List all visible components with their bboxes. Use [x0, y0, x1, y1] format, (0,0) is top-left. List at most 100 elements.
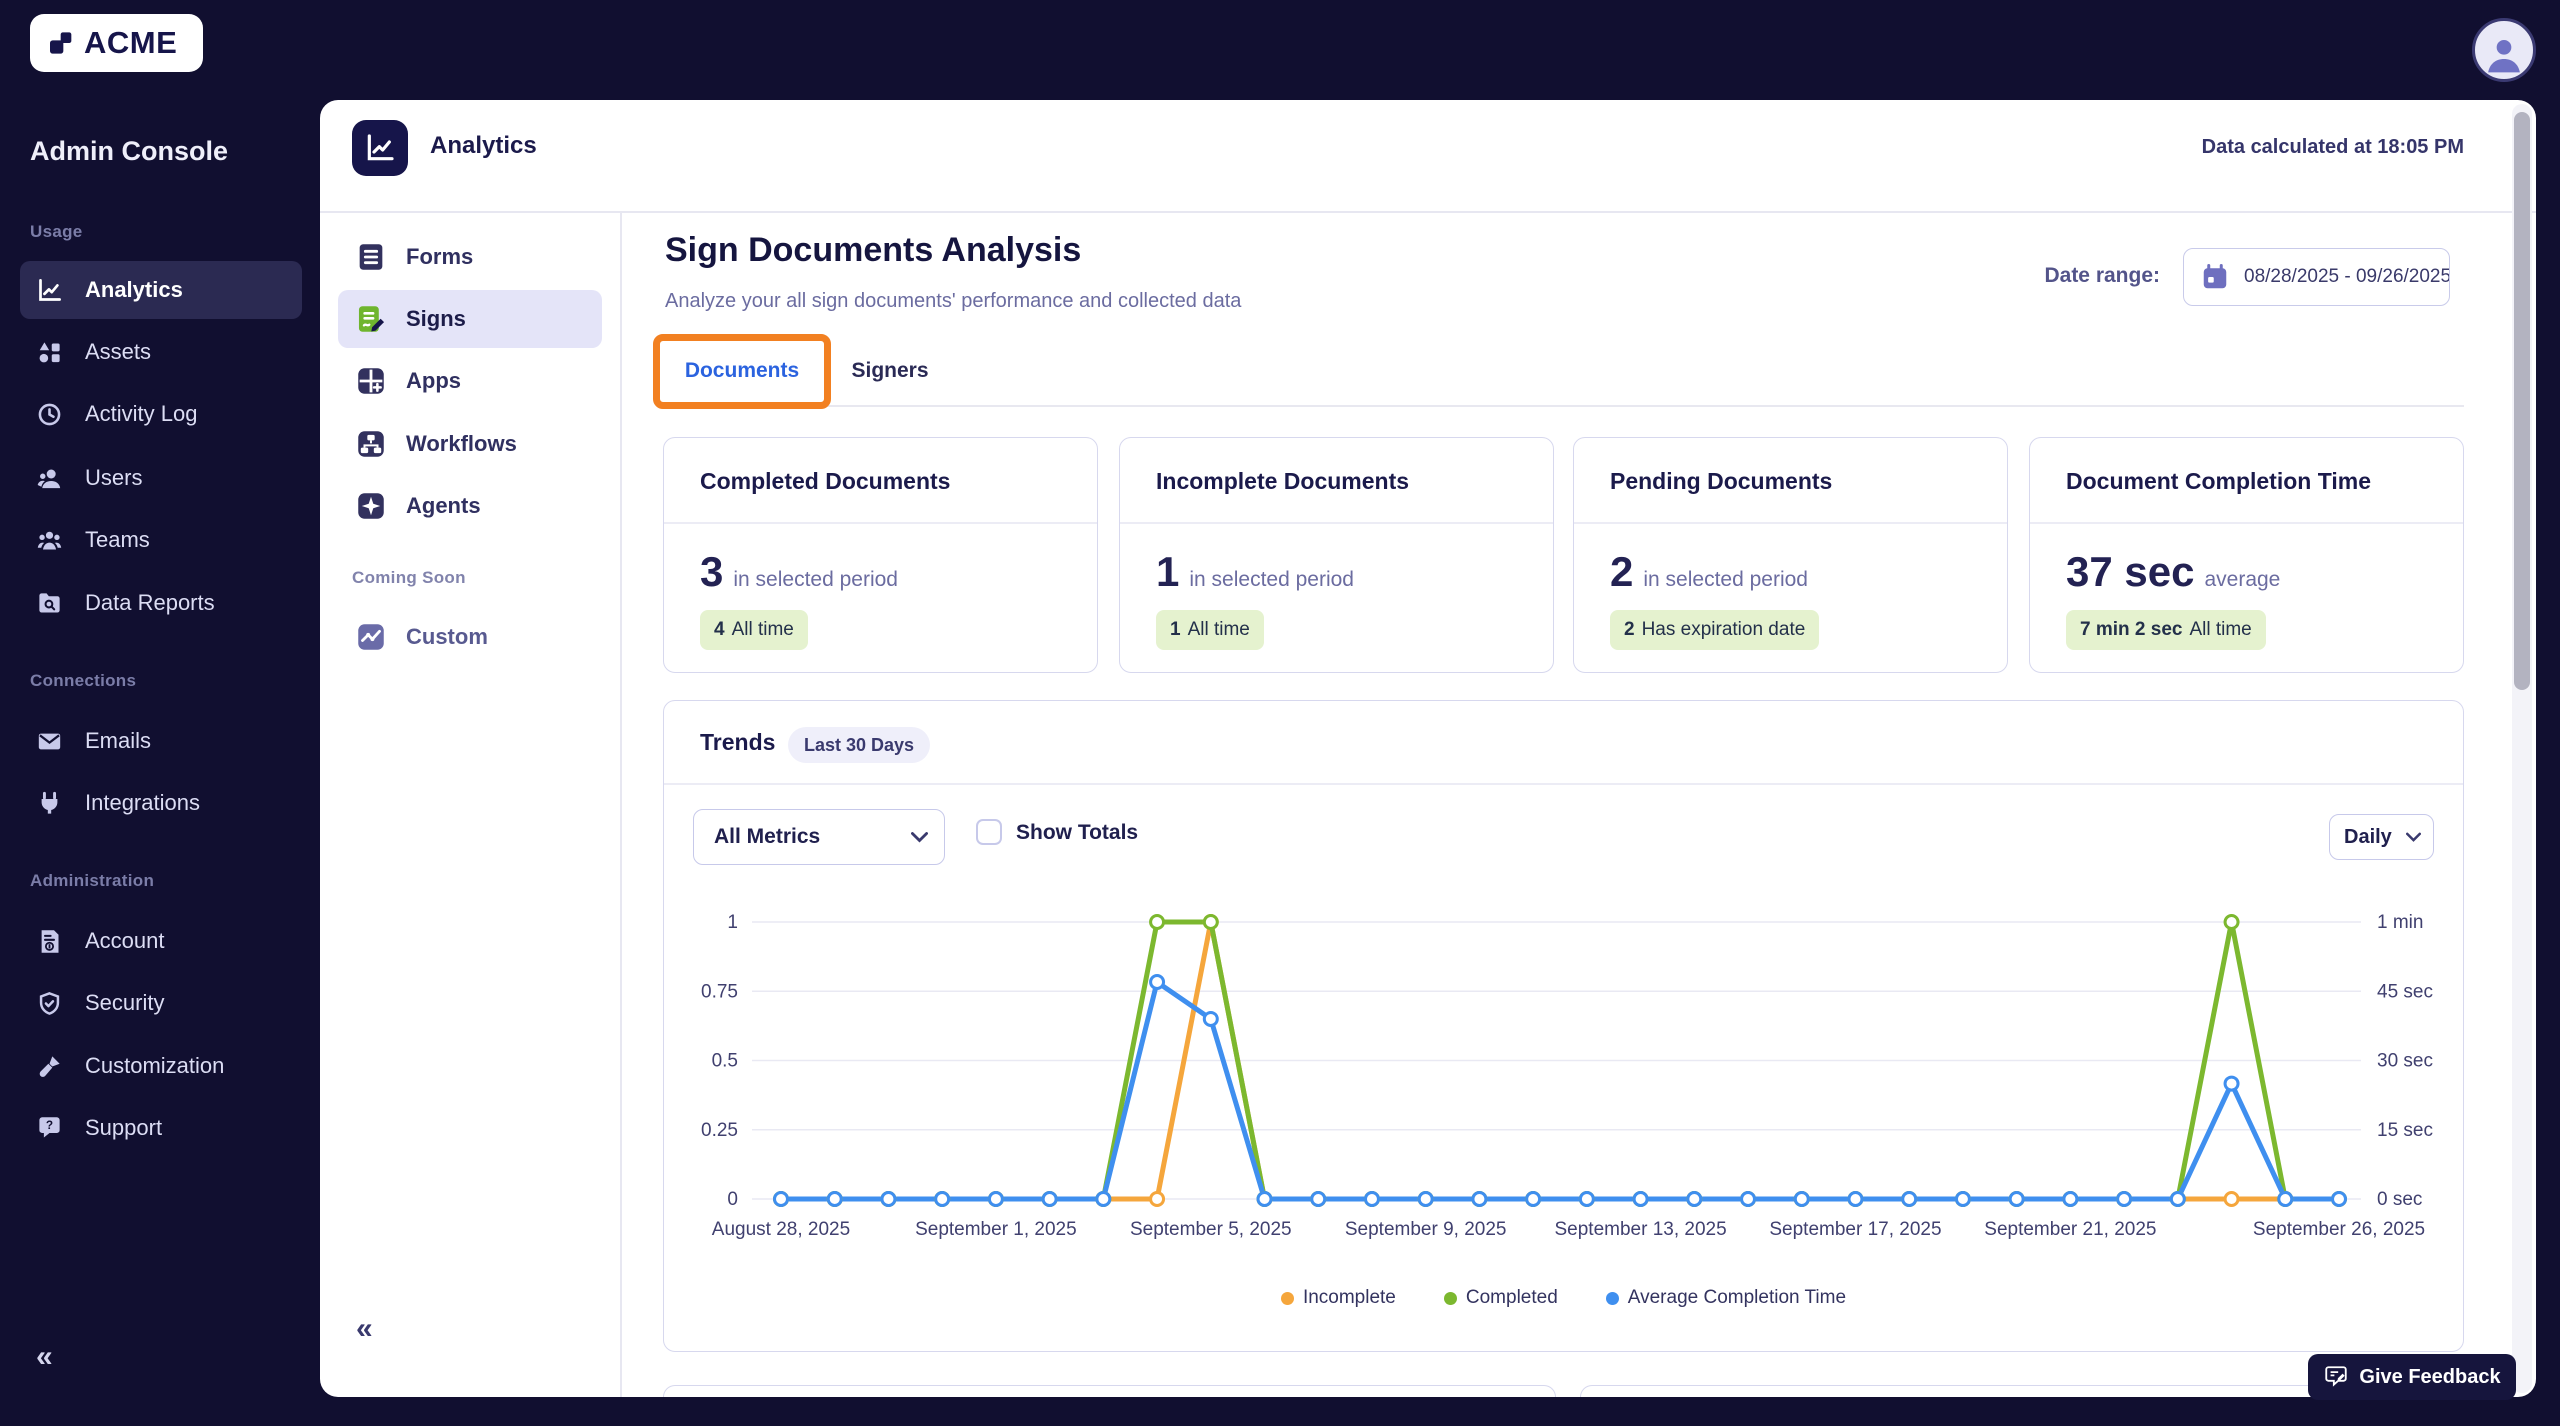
- card-divider: [2030, 522, 2463, 524]
- card-value: 1: [1156, 548, 1179, 596]
- document-pen-icon: [354, 302, 388, 336]
- partial-card-left: [663, 1385, 1556, 1397]
- sidebar-item-activity-log[interactable]: Activity Log: [20, 385, 302, 443]
- svg-text:September 1, 2025: September 1, 2025: [915, 1219, 1077, 1240]
- page-title: Sign Documents Analysis: [665, 231, 1081, 270]
- card-title: Pending Documents: [1610, 468, 1832, 495]
- content-panel: Analytics Data calculated at 18:05 PM Fo…: [320, 100, 2536, 1397]
- subnav-collapse-chevron[interactable]: «: [356, 1312, 373, 1346]
- card-value-suffix: in selected period: [733, 568, 898, 592]
- sidebar-item-account[interactable]: Account: [20, 912, 302, 970]
- sidebar-item-label: Analytics: [85, 277, 183, 303]
- svg-text:45 sec: 45 sec: [2377, 981, 2433, 1002]
- sidebar-item-support[interactable]: ? Support: [20, 1099, 302, 1157]
- trends-divider: [664, 783, 2463, 785]
- sidebar-item-customization[interactable]: Customization: [20, 1037, 302, 1095]
- sidebar-item-label: Activity Log: [85, 401, 198, 427]
- sidebar-item-users[interactable]: Users: [20, 449, 302, 507]
- sidebar-item-label: Account: [85, 928, 165, 954]
- sidebar-item-analytics[interactable]: Analytics: [20, 261, 302, 319]
- card-value: 2: [1610, 548, 1633, 596]
- svg-text:1 min: 1 min: [2377, 912, 2423, 933]
- svg-text:0: 0: [727, 1189, 738, 1210]
- user-icon: [36, 465, 63, 492]
- subnav-item-apps[interactable]: Apps: [338, 352, 602, 410]
- svg-text:0 sec: 0 sec: [2377, 1189, 2422, 1210]
- grid-plus-icon: [354, 364, 388, 398]
- card-value-suffix: in selected period: [1189, 568, 1354, 592]
- trends-title: Trends: [700, 729, 775, 756]
- stat-card-incomplete-documents: Incomplete Documents 1in selected period…: [1119, 437, 1554, 673]
- chart-line-icon: [364, 132, 396, 164]
- svg-text:September 9, 2025: September 9, 2025: [1345, 1219, 1507, 1240]
- section-label-connections: Connections: [30, 671, 136, 691]
- folder-search-icon: [36, 590, 63, 617]
- clock-icon: [36, 401, 63, 428]
- sidebar-item-label: Data Reports: [85, 590, 215, 616]
- card-divider: [1574, 522, 2007, 524]
- workflow-icon: [354, 427, 388, 461]
- chevron-down-icon: [911, 831, 928, 843]
- give-feedback-button[interactable]: Give Feedback: [2308, 1354, 2516, 1400]
- sidebar-item-label: Customization: [85, 1053, 224, 1079]
- show-totals-checkbox[interactable]: [976, 819, 1002, 845]
- shield-check-icon: [36, 990, 63, 1017]
- chat-question-icon: ?: [36, 1115, 63, 1142]
- acme-logo[interactable]: ACME: [30, 14, 203, 72]
- stat-card-pending-documents: Pending Documents 2 in selected period 2H…: [1573, 437, 2008, 673]
- date-range-input[interactable]: 08/28/2025 - 09/26/2025: [2183, 248, 2450, 306]
- legend-item-incomplete: Incomplete: [1281, 1287, 1396, 1309]
- svg-text:September 13, 2025: September 13, 2025: [1554, 1219, 1726, 1240]
- sidebar-item-label: Users: [85, 465, 142, 491]
- period-pill: Last 30 Days: [788, 727, 930, 763]
- svg-text:September 26, 2025: September 26, 2025: [2253, 1219, 2425, 1240]
- scrollbar-thumb[interactable]: [2514, 112, 2530, 690]
- tab-signers[interactable]: Signers: [850, 359, 930, 383]
- svg-text:30 sec: 30 sec: [2377, 1051, 2433, 1072]
- section-label-usage: Usage: [30, 222, 83, 242]
- panel-title: Analytics: [430, 132, 537, 160]
- tab-documents[interactable]: Documents: [653, 359, 831, 383]
- subnav-item-label: Custom: [406, 624, 488, 650]
- sidebar-item-assets[interactable]: Assets: [20, 323, 302, 381]
- user-avatar[interactable]: [2472, 18, 2536, 82]
- svg-text:September 17, 2025: September 17, 2025: [1769, 1219, 1941, 1240]
- interval-select[interactable]: Daily: [2329, 814, 2434, 860]
- trends-line-chart: 00.250.50.7510 sec15 sec30 sec45 sec1 mi…: [664, 901, 2465, 1261]
- subnav-item-signs[interactable]: Signs: [338, 290, 602, 348]
- envelope-icon: [36, 728, 63, 755]
- legend-item-avg-completion-time: Average Completion Time: [1606, 1287, 1846, 1309]
- subnav-item-agents[interactable]: Agents: [338, 477, 602, 535]
- card-value-suffix: in selected period: [1643, 568, 1808, 592]
- sidebar-item-label: Support: [85, 1115, 162, 1141]
- svg-text:0.25: 0.25: [701, 1120, 738, 1141]
- coming-soon-label: Coming Soon: [352, 568, 466, 588]
- sidebar-item-label: Security: [85, 990, 164, 1016]
- all-time-badge: 4All time: [700, 610, 808, 650]
- sidebar-collapse-chevron[interactable]: «: [36, 1340, 53, 1374]
- blocks-icon: [46, 27, 78, 59]
- svg-text:August 28, 2025: August 28, 2025: [712, 1219, 850, 1240]
- sidebar-item-integrations[interactable]: Integrations: [20, 774, 302, 832]
- svg-text:?: ?: [46, 1118, 53, 1132]
- subnav-item-label: Apps: [406, 368, 461, 394]
- page-subtitle: Analyze your all sign documents' perform…: [665, 290, 1241, 313]
- subnav-divider: [620, 212, 622, 1397]
- person-icon: [2484, 34, 2524, 74]
- sidebar-item-security[interactable]: Security: [20, 974, 302, 1032]
- subnav-item-forms[interactable]: Forms: [338, 228, 602, 286]
- trends-card: Trends Last 30 Days All Metrics Show Tot…: [663, 700, 2464, 1352]
- card-divider: [664, 522, 1097, 524]
- sidebar-item-label: Assets: [85, 339, 151, 365]
- sidebar-item-data-reports[interactable]: Data Reports: [20, 574, 302, 632]
- sidebar-item-label: Integrations: [85, 790, 200, 816]
- card-value: 3: [700, 548, 723, 596]
- subnav-item-label: Agents: [406, 493, 481, 519]
- metrics-select[interactable]: All Metrics: [693, 809, 945, 865]
- sidebar-item-emails[interactable]: Emails: [20, 712, 302, 770]
- subnav-item-custom[interactable]: Custom: [338, 608, 602, 666]
- expiration-badge: 2Has expiration date: [1610, 610, 1819, 650]
- subnav-item-workflows[interactable]: Workflows: [338, 415, 602, 473]
- invoice-icon: [36, 928, 63, 955]
- sidebar-item-teams[interactable]: Teams: [20, 511, 302, 569]
